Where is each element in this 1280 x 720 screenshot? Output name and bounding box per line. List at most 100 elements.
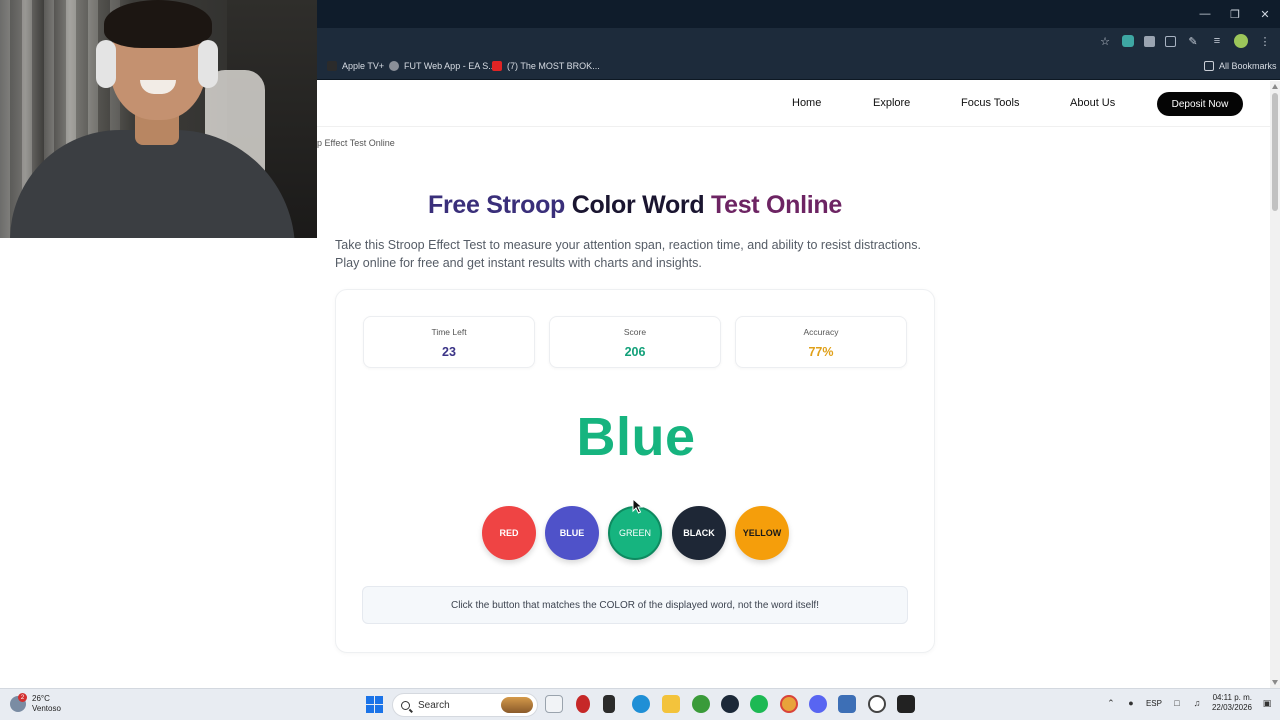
stat-value: 77% — [808, 345, 834, 359]
globe-icon — [389, 61, 399, 71]
title-part: Test Online — [710, 191, 842, 219]
xbox-icon[interactable] — [692, 695, 710, 713]
puzzle-icon[interactable]: ✎ — [1186, 34, 1200, 48]
page-subtitle: Take this Stroop Effect Test to measure … — [335, 238, 921, 270]
black-button[interactable]: BLACK — [672, 506, 726, 560]
clock[interactable]: 04:11 p. m. 22/03/2026 — [1212, 693, 1252, 713]
webpage: Home Explore Focus Tools About Us Deposi… — [317, 81, 1270, 688]
stat-time-left: Time Left 23 — [363, 316, 535, 368]
windows-taskbar: 2 26°C Ventoso Search ⌃ ● ESP □ ♫ 04:11 … — [0, 688, 1280, 720]
deposit-now-button[interactable]: Deposit Now — [1157, 92, 1243, 116]
nav-about-us[interactable]: About Us — [1070, 97, 1115, 109]
stat-value: 206 — [624, 345, 646, 359]
stat-label: Time Left — [431, 327, 467, 337]
scroll-down-icon[interactable] — [1272, 680, 1278, 685]
scroll-up-icon[interactable] — [1272, 84, 1278, 89]
stat-label: Score — [623, 327, 647, 337]
page-title: Free Stroop Color Word Test Online — [317, 191, 953, 220]
profile-avatar[interactable] — [1234, 34, 1248, 48]
page-scrollbar[interactable] — [1270, 81, 1280, 688]
bookmark-label: FUT Web App - EA S... — [404, 61, 496, 71]
webcam-overlay — [0, 0, 317, 238]
site-nav: Home Explore Focus Tools About Us Deposi… — [317, 81, 1270, 127]
chevron-up-icon[interactable]: ⌃ — [1106, 698, 1116, 708]
weather-text: 26°C Ventoso — [32, 694, 61, 714]
file-explorer-icon[interactable] — [662, 695, 680, 713]
stat-value: 23 — [442, 345, 456, 359]
edge-icon[interactable] — [632, 695, 650, 713]
nav-focus-tools[interactable]: Focus Tools — [961, 97, 1020, 109]
weather-condition: Ventoso — [32, 704, 61, 713]
search-icon — [401, 700, 410, 710]
headphones-icon — [198, 40, 218, 88]
stroop-test-card: Time Left 23 Score 206 Accuracy 77% Blue… — [335, 289, 935, 653]
chrome-icon[interactable] — [780, 695, 798, 713]
nav-home[interactable]: Home — [792, 97, 821, 109]
apple-tv-icon — [327, 61, 337, 71]
scrollbar-thumb[interactable] — [1272, 93, 1278, 211]
windows-logo-icon — [366, 705, 374, 713]
toolbar-icons: ☆ ✎ ≡ ⋮ — [1098, 34, 1272, 48]
time: 04:11 p. m. — [1212, 693, 1252, 702]
stat-accuracy: Accuracy 77% — [735, 316, 907, 368]
volume-icon[interactable]: ♫ — [1192, 698, 1202, 708]
stat-score: Score 206 — [549, 316, 721, 368]
stroop-word: Blue — [576, 407, 696, 467]
instructions-box: Click the button that matches the COLOR … — [362, 586, 908, 624]
folder-icon — [1204, 61, 1214, 71]
app-icon[interactable] — [576, 695, 590, 713]
notifications-icon[interactable]: ▣ — [1262, 698, 1272, 708]
blue-button[interactable]: BLUE — [545, 506, 599, 560]
bookmark-youtube[interactable]: (7) The MOST BROK... — [492, 61, 600, 71]
extension-icon[interactable] — [1122, 35, 1134, 47]
nav-explore[interactable]: Explore — [873, 97, 910, 109]
bookmark-label: (7) The MOST BROK... — [507, 61, 600, 71]
discord-icon[interactable] — [809, 695, 827, 713]
bookmark-fut-web-app[interactable]: FUT Web App - EA S... — [389, 61, 496, 71]
task-view-icon[interactable] — [545, 695, 563, 713]
epic-games-icon[interactable] — [897, 695, 915, 713]
extension-icon[interactable] — [1144, 35, 1155, 47]
youtube-icon — [492, 61, 502, 71]
network-icon[interactable]: □ — [1172, 698, 1182, 708]
steam-icon[interactable] — [721, 695, 739, 713]
webcam-person-hair — [104, 0, 212, 48]
yellow-button[interactable]: YELLOW — [735, 506, 789, 560]
app-icon[interactable] — [868, 695, 886, 713]
start-button[interactable] — [366, 696, 383, 713]
date: 22/03/2026 — [1211, 703, 1252, 712]
weather-widget[interactable]: 2 26°C Ventoso — [10, 693, 61, 714]
bookmark-apple-tv[interactable]: Apple TV+ — [327, 61, 384, 71]
all-bookmarks-label: All Bookmarks — [1219, 61, 1277, 71]
shield-icon[interactable] — [838, 695, 856, 713]
taskbar-search[interactable]: Search — [392, 693, 538, 717]
green-button[interactable]: GREEN — [608, 506, 662, 560]
reading-list-icon[interactable]: ≡ — [1210, 34, 1224, 48]
microphone-icon[interactable]: ● — [1126, 698, 1136, 708]
search-label: Search — [418, 699, 450, 711]
minimize-button[interactable]: — — [1190, 0, 1220, 28]
breadcrumb: p Effect Test Online — [317, 138, 395, 148]
windows-logo-icon — [375, 705, 383, 713]
spotify-icon[interactable] — [750, 695, 768, 713]
title-part: Color Word — [571, 191, 711, 219]
notification-badge: 2 — [18, 693, 27, 702]
window-controls: — ❐ ✕ — [1190, 0, 1280, 28]
red-button[interactable]: RED — [482, 506, 536, 560]
all-bookmarks[interactable]: All Bookmarks — [1204, 61, 1277, 71]
headphones-icon — [96, 40, 116, 88]
temperature: 26°C — [32, 694, 50, 703]
app-icon[interactable] — [603, 695, 615, 713]
star-icon[interactable]: ☆ — [1098, 34, 1112, 48]
system-tray: ⌃ ● ESP □ ♫ 04:11 p. m. 22/03/2026 ▣ — [1106, 693, 1272, 713]
close-button[interactable]: ✕ — [1250, 0, 1280, 28]
title-part: Free Stroop — [428, 191, 572, 219]
search-highlight-icon — [501, 697, 533, 713]
windows-logo-icon — [366, 696, 374, 704]
language-indicator[interactable]: ESP — [1146, 699, 1162, 708]
media-icon[interactable] — [1165, 35, 1176, 47]
mouse-cursor-icon — [632, 497, 644, 514]
weather-icon: 2 — [10, 693, 27, 712]
menu-icon[interactable]: ⋮ — [1258, 34, 1272, 48]
restore-button[interactable]: ❐ — [1220, 0, 1250, 28]
